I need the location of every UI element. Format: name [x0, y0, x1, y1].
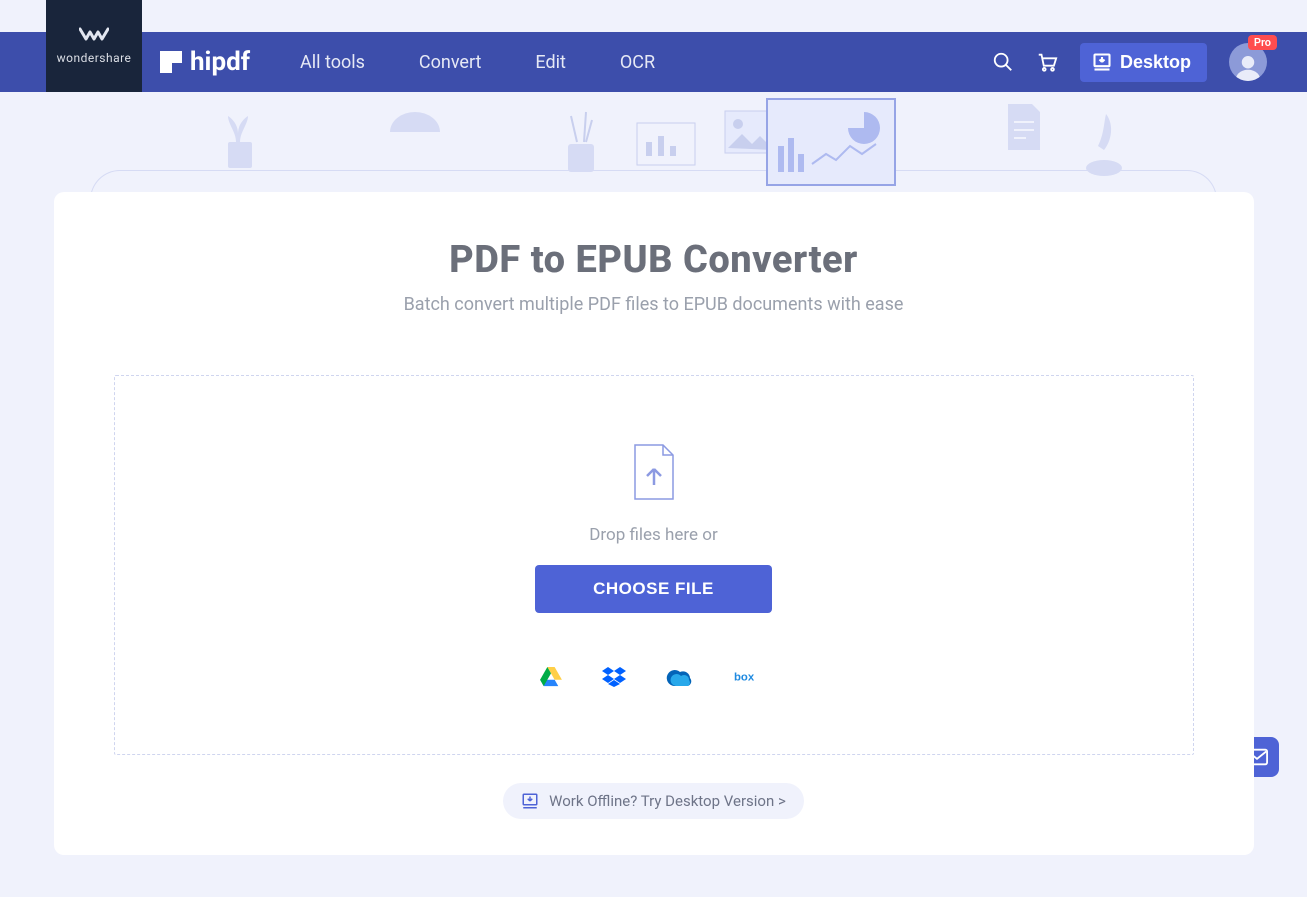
drop-hint-text: Drop files here or [589, 525, 717, 545]
product-logo[interactable]: hipdf [160, 47, 250, 77]
desktop-button-label: Desktop [1120, 52, 1191, 73]
box-icon[interactable]: box [734, 668, 768, 686]
offline-link-label: Work Offline? Try Desktop Version > [549, 792, 786, 810]
pro-badge: Pro [1248, 35, 1277, 50]
google-drive-icon[interactable] [540, 667, 562, 687]
decorative-illustration-strip [0, 92, 1307, 192]
nav-convert[interactable]: Convert [419, 52, 482, 73]
page-title: PDF to EPUB Converter [114, 238, 1194, 282]
nav-all-tools[interactable]: All tools [300, 52, 365, 73]
svg-text:box: box [734, 671, 755, 683]
company-brand-block[interactable]: wondershare [46, 0, 142, 92]
dropbox-icon[interactable] [602, 667, 626, 687]
desktop-button[interactable]: Desktop [1080, 43, 1207, 82]
cloud-source-row: box [540, 667, 768, 687]
choose-file-button[interactable]: CHOOSE FILE [535, 565, 772, 613]
download-icon [521, 792, 539, 810]
converter-card: PDF to EPUB Converter Batch convert mult… [54, 192, 1254, 855]
top-spacer [0, 0, 1307, 32]
search-icon[interactable] [992, 51, 1014, 73]
page-subtitle: Batch convert multiple PDF files to EPUB… [114, 294, 1194, 315]
account-avatar[interactable]: Pro [1229, 43, 1267, 81]
wondershare-icon [79, 27, 109, 47]
upload-file-icon [629, 443, 679, 505]
hipdf-logo-icon [160, 51, 182, 73]
app-header: wondershare hipdf All tools Convert Edit… [0, 32, 1307, 92]
offline-desktop-link[interactable]: Work Offline? Try Desktop Version > [503, 783, 804, 819]
nav-ocr[interactable]: OCR [620, 52, 655, 73]
main-nav: All tools Convert Edit OCR [300, 52, 655, 73]
onedrive-icon[interactable] [666, 668, 694, 686]
cart-icon[interactable] [1036, 51, 1058, 73]
company-name: wondershare [57, 51, 132, 65]
nav-edit[interactable]: Edit [535, 52, 565, 73]
download-icon [1092, 52, 1112, 72]
header-right: Desktop Pro [992, 43, 1267, 82]
file-dropzone[interactable]: Drop files here or CHOOSE FILE box [114, 375, 1194, 755]
product-name: hipdf [190, 47, 250, 77]
